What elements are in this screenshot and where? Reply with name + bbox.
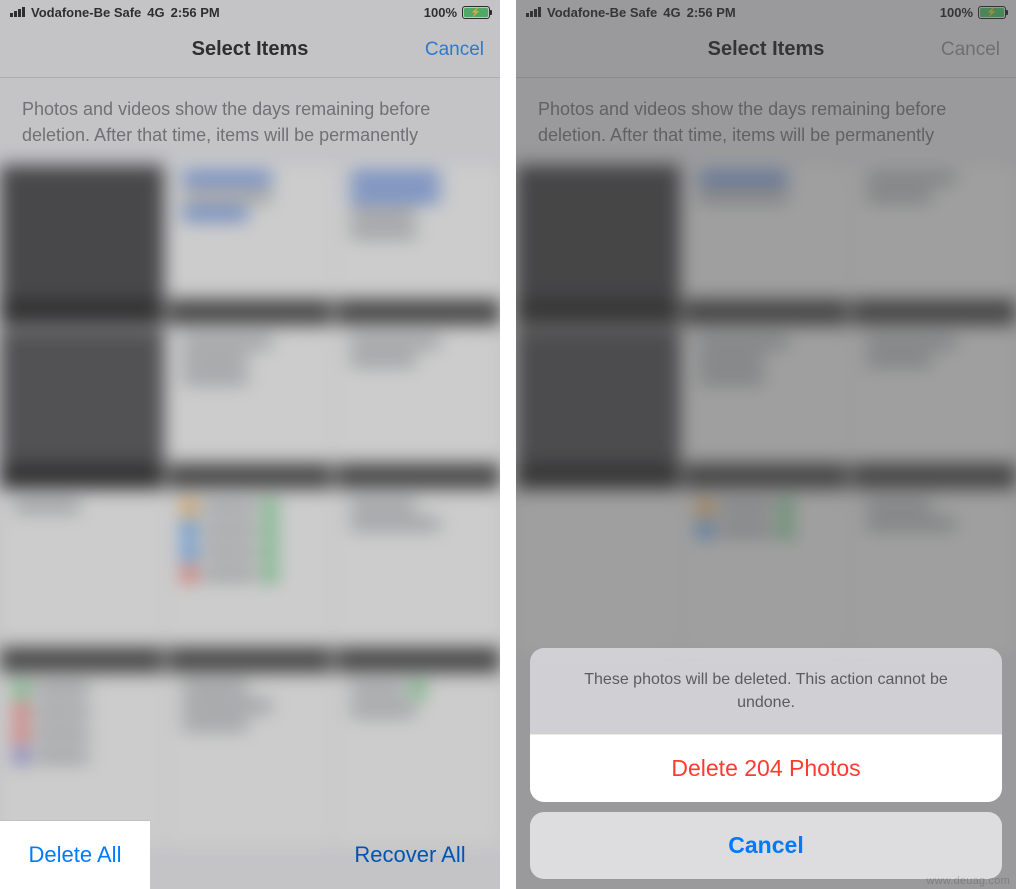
battery-icon: ⚡ <box>978 6 1006 19</box>
network-label: 4G <box>663 5 680 20</box>
delete-all-sheet: Delete All <box>0 821 150 889</box>
header-description: Photos and videos show the days remainin… <box>0 78 500 148</box>
signal-icon <box>10 7 25 17</box>
status-bar: Vodafone-Be Safe 4G 2:56 PM 100% ⚡ <box>516 0 1016 22</box>
network-label: 4G <box>147 5 164 20</box>
status-left: Vodafone-Be Safe 4G 2:56 PM <box>10 5 220 20</box>
cancel-button[interactable]: Cancel <box>941 39 1000 61</box>
watermark: www.deuag.com <box>926 875 1010 887</box>
nav-bar: Select Items Cancel <box>0 22 500 78</box>
delete-all-button[interactable]: Delete All <box>29 842 122 868</box>
header-description: Photos and videos show the days remainin… <box>516 78 1016 148</box>
status-right: 100% ⚡ <box>940 5 1006 20</box>
battery-icon: ⚡ <box>462 6 490 19</box>
status-right: 100% ⚡ <box>424 5 490 20</box>
battery-pct-label: 100% <box>424 5 457 20</box>
time-label: 2:56 PM <box>171 5 220 20</box>
status-left: Vodafone-Be Safe 4G 2:56 PM <box>526 5 736 20</box>
photo-grid-blurred <box>0 165 500 889</box>
battery-pct-label: 100% <box>940 5 973 20</box>
screen-right: Vodafone-Be Safe 4G 2:56 PM 100% ⚡ Selec… <box>516 0 1016 889</box>
carrier-label: Vodafone-Be Safe <box>547 5 657 20</box>
recover-all-button[interactable]: Recover All <box>354 842 465 868</box>
time-label: 2:56 PM <box>687 5 736 20</box>
screen-divider <box>500 0 516 889</box>
carrier-label: Vodafone-Be Safe <box>31 5 141 20</box>
status-bar: Vodafone-Be Safe 4G 2:56 PM 100% ⚡ <box>0 0 500 22</box>
action-sheet-main: These photos will be deleted. This actio… <box>530 648 1002 802</box>
delete-photos-button[interactable]: Delete 204 Photos <box>530 734 1002 802</box>
recover-all-wrap: Recover All <box>320 821 500 889</box>
screen-left: Vodafone-Be Safe 4G 2:56 PM 100% ⚡ Selec… <box>0 0 500 889</box>
action-sheet-cancel-button[interactable]: Cancel <box>530 812 1002 879</box>
nav-bar: Select Items Cancel <box>516 22 1016 78</box>
action-sheet: These photos will be deleted. This actio… <box>530 648 1002 879</box>
cancel-button[interactable]: Cancel <box>425 39 484 61</box>
page-title: Select Items <box>708 38 825 61</box>
action-sheet-message: These photos will be deleted. This actio… <box>530 648 1002 734</box>
page-title: Select Items <box>192 38 309 61</box>
signal-icon <box>526 7 541 17</box>
